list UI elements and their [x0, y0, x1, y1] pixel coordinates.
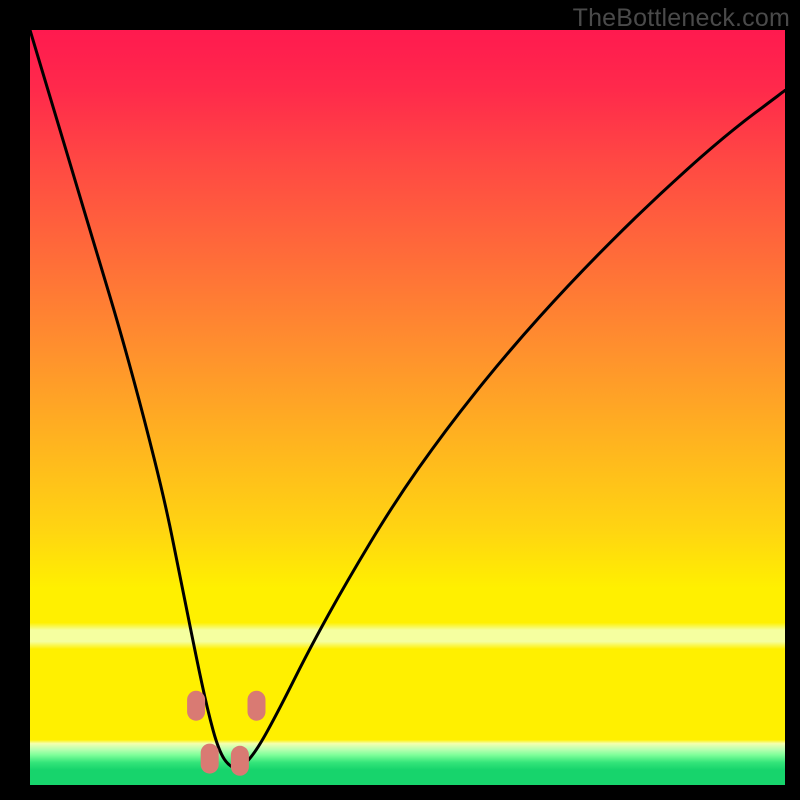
chart-frame: TheBottleneck.com — [0, 0, 800, 800]
curve-marker — [201, 744, 219, 774]
curve-marker — [231, 746, 249, 776]
bottleneck-curve — [30, 30, 785, 785]
watermark-text: TheBottleneck.com — [573, 4, 790, 33]
curve-marker — [248, 691, 266, 721]
curve-marker — [187, 691, 205, 721]
plot-area — [30, 30, 785, 785]
curve-path — [30, 30, 785, 768]
